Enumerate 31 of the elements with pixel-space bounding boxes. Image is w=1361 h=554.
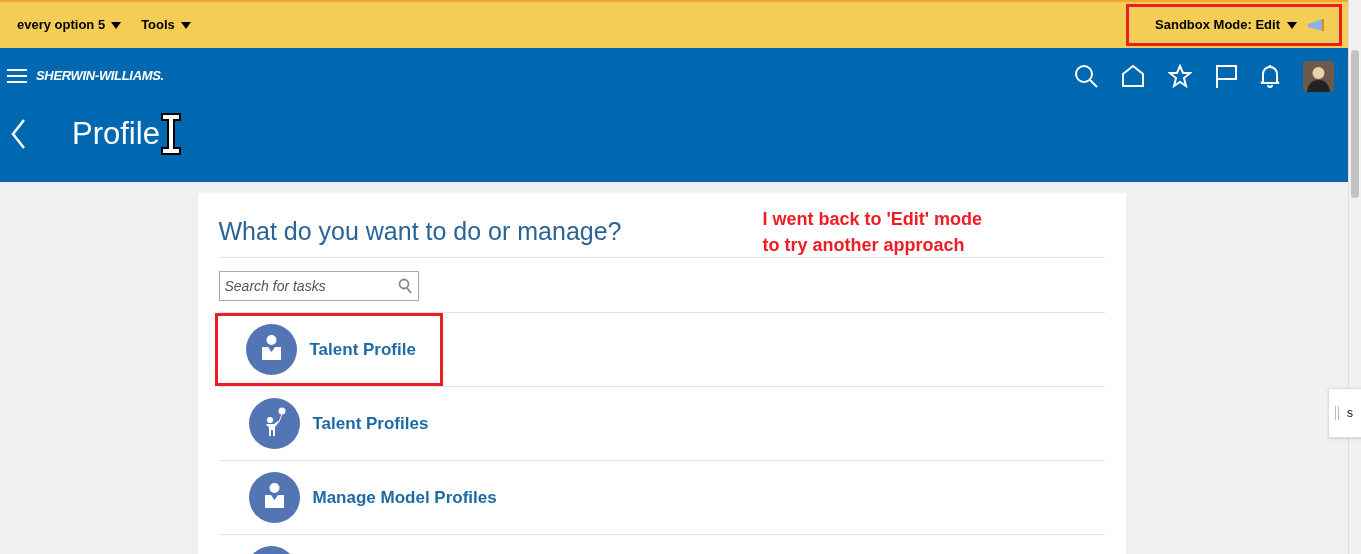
menu-button[interactable]: every option 5 (17, 15, 122, 35)
menu-icon[interactable] (7, 68, 27, 84)
annotation-text: I went back to 'Edit' mode to try another approach (762, 208, 983, 257)
scrollbar-thumb[interactable] (1351, 50, 1359, 198)
avatar-icon[interactable] (1303, 60, 1334, 92)
star-icon[interactable] (1168, 64, 1192, 88)
text-cursor-icon (159, 112, 182, 157)
search-field[interactable]: Search for tasks (218, 271, 419, 301)
side-tab[interactable]: s (1328, 388, 1361, 438)
task-link[interactable]: Talent Profile (309, 336, 416, 363)
flag-icon[interactable] (1215, 64, 1237, 88)
back-icon[interactable] (10, 118, 26, 151)
task-link[interactable]: Talent Profiles (312, 410, 429, 437)
task-link[interactable]: Manage Model Profiles (312, 484, 497, 511)
drag-handle-icon (1335, 406, 1339, 420)
page-title: Profile (72, 115, 160, 153)
caret-icon (111, 21, 122, 29)
side-tab-label: s (1347, 405, 1353, 422)
caret-icon (1287, 21, 1297, 29)
home-icon[interactable] (1121, 64, 1145, 88)
search-icon[interactable] (1074, 64, 1098, 88)
sandbox-mode-menu[interactable]: Sandbox Mode: Edit (1155, 15, 1297, 35)
person-icon[interactable] (248, 472, 300, 523)
panel-heading: What do you want to do or manage? (218, 216, 623, 247)
search-icon (397, 278, 412, 294)
menu-button[interactable]: Tools (141, 15, 191, 35)
child-with-balloon-icon[interactable] (248, 398, 300, 449)
bell-icon[interactable] (1260, 64, 1280, 88)
person-icon[interactable] (245, 324, 297, 375)
caret-icon (180, 21, 191, 29)
brand-logo[interactable]: SHERWIN-WILLIAMS. (36, 66, 164, 86)
